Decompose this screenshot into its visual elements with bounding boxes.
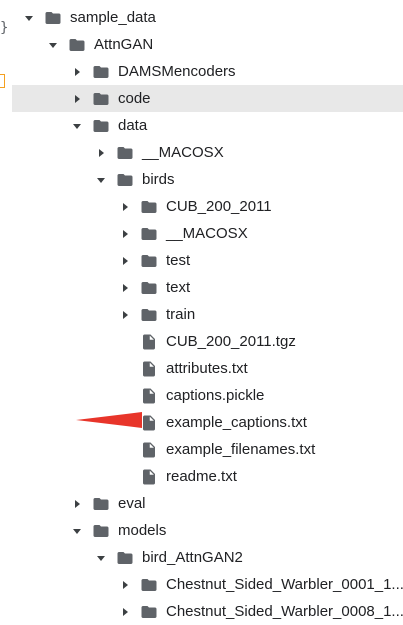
folder-row-data[interactable]: data bbox=[12, 112, 403, 139]
folder-row-bird-attngan2[interactable]: bird_AttnGAN2 bbox=[12, 544, 403, 571]
folder-row-text[interactable]: text bbox=[12, 274, 403, 301]
folder-icon bbox=[68, 36, 86, 54]
tree-item-label: __MACOSX bbox=[142, 144, 224, 161]
caret-right-icon[interactable] bbox=[70, 497, 84, 511]
folder-row-code[interactable]: code bbox=[12, 85, 403, 112]
folder-icon bbox=[92, 522, 110, 540]
folder-row-eval[interactable]: eval bbox=[12, 490, 403, 517]
folder-row-models[interactable]: models bbox=[12, 517, 403, 544]
folder-row-cub-200-2011[interactable]: CUB_200_2011 bbox=[12, 193, 403, 220]
tree-item-label: captions.pickle bbox=[166, 387, 265, 404]
folder-icon bbox=[44, 9, 62, 27]
tree-item-label: train bbox=[166, 306, 196, 323]
caret-right-icon[interactable] bbox=[118, 281, 132, 295]
folder-icon bbox=[140, 279, 158, 297]
gutter-marker bbox=[0, 74, 5, 88]
file-row-example-filenames-txt[interactable]: example_filenames.txt bbox=[12, 436, 403, 463]
folder-row-macosx[interactable]: __MACOSX bbox=[12, 220, 403, 247]
folder-icon bbox=[116, 171, 134, 189]
tree-item-label: attributes.txt bbox=[166, 360, 248, 377]
tree-item-label: example_filenames.txt bbox=[166, 441, 316, 458]
tree-item-label: __MACOSX bbox=[166, 225, 248, 242]
tree-item-label: DAMSMencoders bbox=[118, 63, 236, 80]
folder-icon bbox=[140, 252, 158, 270]
tree-item-label: sample_data bbox=[70, 9, 156, 26]
folder-icon bbox=[140, 603, 158, 621]
folder-icon bbox=[92, 90, 110, 108]
folder-icon bbox=[92, 63, 110, 81]
gutter-brace: } bbox=[0, 20, 9, 36]
folder-icon bbox=[92, 495, 110, 513]
file-icon bbox=[140, 333, 158, 351]
file-icon bbox=[140, 414, 158, 432]
file-icon bbox=[140, 468, 158, 486]
caret-down-icon[interactable] bbox=[70, 119, 84, 133]
caret-down-icon[interactable] bbox=[94, 173, 108, 187]
caret-down-icon[interactable] bbox=[94, 551, 108, 565]
file-row-cub-200-2011-tgz[interactable]: CUB_200_2011.tgz bbox=[12, 328, 403, 355]
folder-row-macosx[interactable]: __MACOSX bbox=[12, 139, 403, 166]
file-row-example-captions-txt[interactable]: example_captions.txt bbox=[12, 409, 403, 436]
folder-icon bbox=[140, 225, 158, 243]
caret-right-icon[interactable] bbox=[70, 92, 84, 106]
folder-row-chestnut-sided-warbler-0008-1[interactable]: Chestnut_Sided_Warbler_0008_1... bbox=[12, 598, 403, 625]
folder-icon bbox=[116, 549, 134, 567]
file-icon bbox=[140, 360, 158, 378]
caret-down-icon[interactable] bbox=[46, 38, 60, 52]
file-icon bbox=[140, 441, 158, 459]
folder-row-sample-data[interactable]: sample_data bbox=[12, 4, 403, 31]
folder-row-train[interactable]: train bbox=[12, 301, 403, 328]
folder-icon bbox=[92, 117, 110, 135]
folder-icon bbox=[140, 198, 158, 216]
folder-icon bbox=[116, 144, 134, 162]
caret-right-icon[interactable] bbox=[118, 227, 132, 241]
editor-gutter: } bbox=[0, 0, 12, 624]
caret-right-icon[interactable] bbox=[118, 308, 132, 322]
folder-row-attngan[interactable]: AttnGAN bbox=[12, 31, 403, 58]
tree-item-label: example_captions.txt bbox=[166, 414, 307, 431]
folder-row-birds[interactable]: birds bbox=[12, 166, 403, 193]
file-tree: sample_data AttnGAN DAMSMencoders code data _… bbox=[12, 4, 403, 625]
file-row-captions-pickle[interactable]: captions.pickle bbox=[12, 382, 403, 409]
tree-item-label: AttnGAN bbox=[94, 36, 154, 53]
caret-down-icon[interactable] bbox=[22, 11, 36, 25]
tree-item-label: birds bbox=[142, 171, 175, 188]
tree-item-label: data bbox=[118, 117, 148, 134]
tree-item-label: Chestnut_Sided_Warbler_0001_1... bbox=[166, 576, 403, 593]
folder-row-chestnut-sided-warbler-0001-1[interactable]: Chestnut_Sided_Warbler_0001_1... bbox=[12, 571, 403, 598]
tree-item-label: CUB_200_2011 bbox=[166, 198, 272, 215]
caret-right-icon[interactable] bbox=[118, 578, 132, 592]
caret-right-icon[interactable] bbox=[118, 254, 132, 268]
tree-item-label: eval bbox=[118, 495, 146, 512]
file-row-readme-txt[interactable]: readme.txt bbox=[12, 463, 403, 490]
caret-right-icon[interactable] bbox=[94, 146, 108, 160]
tree-item-label: CUB_200_2011.tgz bbox=[166, 333, 296, 350]
caret-right-icon[interactable] bbox=[70, 65, 84, 79]
tree-item-label: Chestnut_Sided_Warbler_0008_1... bbox=[166, 603, 403, 620]
caret-right-icon[interactable] bbox=[118, 200, 132, 214]
tree-item-label: readme.txt bbox=[166, 468, 237, 485]
tree-item-label: code bbox=[118, 90, 151, 107]
tree-item-label: bird_AttnGAN2 bbox=[142, 549, 243, 566]
folder-icon bbox=[140, 306, 158, 324]
folder-icon bbox=[140, 576, 158, 594]
folder-row-test[interactable]: test bbox=[12, 247, 403, 274]
file-row-attributes-txt[interactable]: attributes.txt bbox=[12, 355, 403, 382]
caret-down-icon[interactable] bbox=[70, 524, 84, 538]
tree-item-label: models bbox=[118, 522, 167, 539]
folder-row-damsmencoders[interactable]: DAMSMencoders bbox=[12, 58, 403, 85]
tree-item-label: text bbox=[166, 279, 191, 296]
file-icon bbox=[140, 387, 158, 405]
tree-item-label: test bbox=[166, 252, 191, 269]
caret-right-icon[interactable] bbox=[118, 605, 132, 619]
